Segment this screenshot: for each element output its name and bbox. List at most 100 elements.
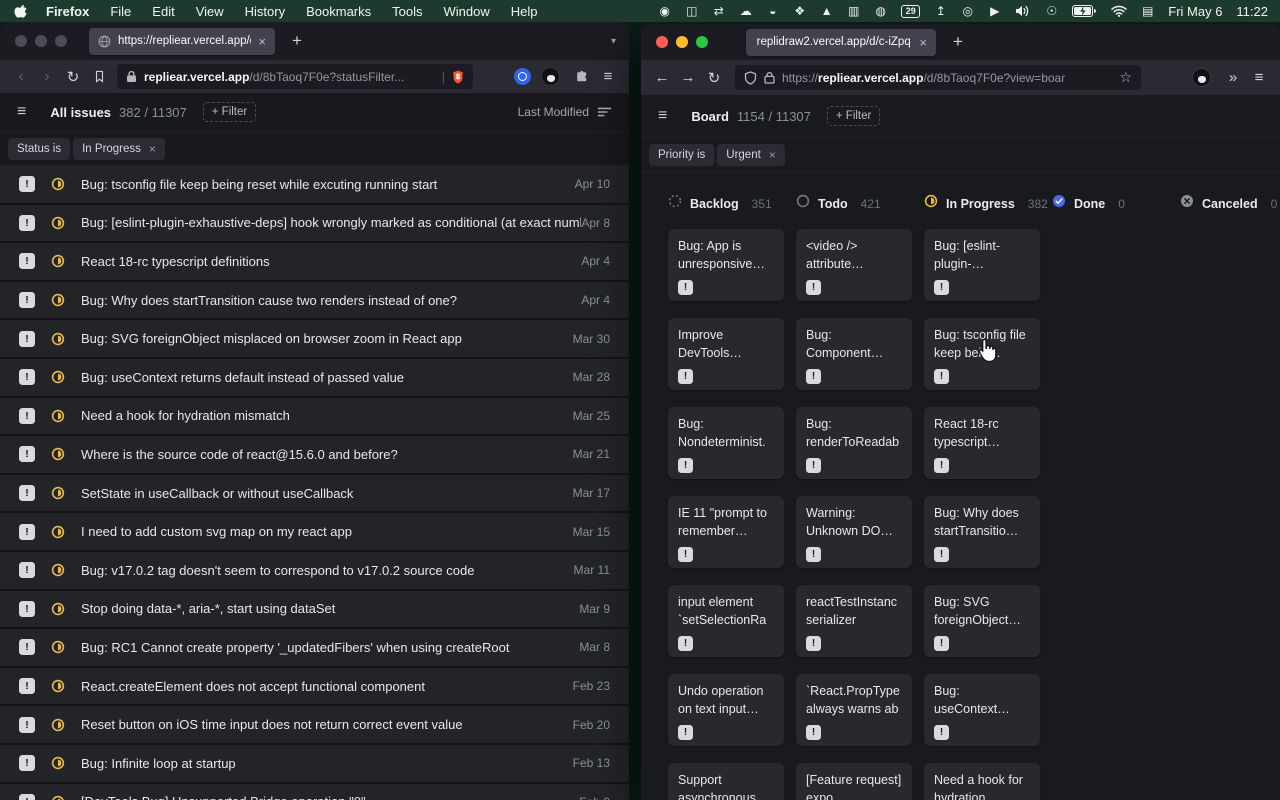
forward-button[interactable]: →: [675, 69, 701, 86]
kanban-card[interactable]: Bug: Why does startTransitio…!: [924, 496, 1040, 568]
cloud-icon[interactable]: ☁: [739, 4, 752, 18]
remove-filter-icon[interactable]: ×: [149, 142, 156, 156]
filter-field-chip[interactable]: Priority is: [649, 144, 714, 166]
menu-file[interactable]: File: [110, 4, 131, 19]
kanban-card[interactable]: input element `setSelectionRa!: [668, 585, 784, 657]
docker-icon[interactable]: ◒: [766, 4, 779, 18]
brave-shield-icon[interactable]: [452, 70, 464, 84]
apple-menu-icon[interactable]: [14, 4, 27, 19]
kanban-card[interactable]: React 18-rc typescript…!: [924, 407, 1040, 479]
issue-row[interactable]: !Where is the source code of react@15.6.…: [0, 436, 629, 475]
issue-row[interactable]: !Bug: SVG foreignObject misplaced on bro…: [0, 320, 629, 359]
bookmark-star-icon[interactable]: ☆: [1119, 69, 1132, 86]
github-extension-icon[interactable]: [1192, 68, 1211, 87]
kanban-card[interactable]: Bug: [eslint-plugin-…!: [924, 229, 1040, 301]
kanban-card[interactable]: Undo operation on text input…!: [668, 674, 784, 746]
back-button[interactable]: ‹: [8, 68, 34, 85]
issue-row[interactable]: !Bug: RC1 Cannot create property '_updat…: [0, 629, 629, 668]
kanban-card[interactable]: Warning: Unknown DO…!: [796, 496, 912, 568]
issue-row[interactable]: !React 18-rc typescript definitionsApr 4: [0, 243, 629, 282]
assistant-icon[interactable]: ☉: [1045, 4, 1058, 18]
calendar-icon[interactable]: 29: [901, 5, 920, 18]
close-tab-icon[interactable]: ×: [258, 34, 266, 49]
kanban-column-header[interactable]: Done0: [1052, 194, 1168, 213]
sidebar-menu-icon[interactable]: ≡: [658, 107, 667, 125]
battery-icon[interactable]: [1072, 5, 1097, 17]
issue-row[interactable]: !Bug: [eslint-plugin-exhaustive-deps] ho…: [0, 205, 629, 244]
zoom-window-button[interactable]: [696, 36, 708, 48]
menu-app-name[interactable]: Firefox: [46, 4, 89, 19]
volume-icon[interactable]: [1015, 5, 1031, 17]
play-icon[interactable]: ▶: [988, 4, 1001, 18]
filter-field-chip[interactable]: Status is: [8, 138, 70, 160]
github-extension-icon[interactable]: [541, 67, 560, 86]
kanban-column-header[interactable]: In Progress382: [924, 194, 1040, 213]
issue-row[interactable]: !Bug: Why does startTransition cause two…: [0, 282, 629, 321]
kanban-card[interactable]: Bug: SVG foreignObject…!: [924, 585, 1040, 657]
kanban-column-header[interactable]: Todo421: [796, 194, 912, 213]
app-menu-icon[interactable]: ≡: [1246, 69, 1272, 86]
kanban-card[interactable]: Need a hook for hydration…!: [924, 763, 1040, 800]
issue-row[interactable]: !I need to add custom svg map on my reac…: [0, 513, 629, 552]
screen-record-icon[interactable]: ◉: [658, 4, 671, 18]
close-window-button[interactable]: [15, 35, 27, 47]
kanban-card[interactable]: Support asynchronous…!: [668, 763, 784, 800]
back-button[interactable]: ←: [649, 69, 675, 86]
extensions-puzzle-icon[interactable]: [569, 70, 595, 84]
share-icon[interactable]: ↥: [934, 4, 947, 18]
menu-bookmarks[interactable]: Bookmarks: [306, 4, 371, 19]
issue-row[interactable]: !Reset button on iOS time input does not…: [0, 706, 629, 745]
new-tab-button[interactable]: +: [292, 31, 302, 51]
issue-row[interactable]: !Bug: Infinite loop at startupFeb 13: [0, 745, 629, 784]
overflow-menu-icon[interactable]: »: [1220, 69, 1246, 86]
kanban-column-header[interactable]: Backlog351: [668, 194, 784, 213]
minimize-window-button[interactable]: [35, 35, 47, 47]
menu-edit[interactable]: Edit: [152, 4, 174, 19]
browser-tab[interactable]: https://repliear.vercel.app/d/8b ×: [89, 28, 275, 55]
menu-window[interactable]: Window: [444, 4, 490, 19]
sync-icon[interactable]: ⇄: [712, 4, 725, 18]
onepassword-extension-icon[interactable]: [514, 68, 531, 85]
stack-icon[interactable]: ▤: [1141, 4, 1154, 18]
browser-tab[interactable]: replidraw2.vercel.app/d/c-iZpq ×: [746, 29, 936, 56]
issue-row[interactable]: !Bug: v17.0.2 tag doesn't seem to corres…: [0, 552, 629, 591]
zoom-window-button[interactable]: [55, 35, 67, 47]
kanban-card[interactable]: Bug: renderToReadab!: [796, 407, 912, 479]
filter-value-chip[interactable]: Urgent×: [717, 144, 785, 166]
dropbox-icon[interactable]: ❖: [793, 4, 806, 18]
onepassword-icon[interactable]: ◍: [874, 4, 887, 18]
issue-row[interactable]: !Stop doing data-*, aria-*, start using …: [0, 591, 629, 630]
menu-bar-date[interactable]: Fri May 6: [1168, 4, 1222, 19]
add-filter-button[interactable]: + Filter: [203, 102, 256, 122]
reload-button[interactable]: ↻: [701, 69, 727, 87]
kanban-card[interactable]: [Feature request] expo…!: [796, 763, 912, 800]
reload-button[interactable]: ↻: [60, 68, 86, 86]
layout-icon[interactable]: ▥: [847, 4, 860, 18]
kanban-card[interactable]: Bug: tsconfig file keep bein…!: [924, 318, 1040, 390]
menu-bar-clock[interactable]: 11:22: [1236, 4, 1268, 19]
url-bar[interactable]: https://repliear.vercel.app/d/8bTaoq7F0e…: [735, 65, 1141, 90]
kanban-card[interactable]: Bug: Component…!: [796, 318, 912, 390]
sort-control[interactable]: Last Modified: [518, 105, 612, 119]
kanban-column-header[interactable]: Canceled0: [1180, 194, 1280, 213]
add-filter-button[interactable]: + Filter: [827, 106, 880, 126]
power-icon[interactable]: ◎: [961, 4, 974, 18]
tab-list-chevron-icon[interactable]: ▾: [611, 36, 616, 47]
new-tab-button[interactable]: +: [953, 32, 963, 52]
kanban-card[interactable]: <video /> attribute…!: [796, 229, 912, 301]
issue-row[interactable]: !SetState in useCallback or without useC…: [0, 475, 629, 514]
issue-row[interactable]: ![DevTools Bug] Unsupported Bridge opera…: [0, 784, 629, 800]
menu-history[interactable]: History: [245, 4, 285, 19]
filter-value-chip[interactable]: In Progress×: [73, 138, 165, 160]
menu-help[interactable]: Help: [511, 4, 538, 19]
app-menu-icon[interactable]: ≡: [595, 68, 621, 85]
url-bar[interactable]: repliear.vercel.app/d/8bTaoq7F0e?statusF…: [117, 64, 473, 89]
close-window-button[interactable]: [656, 36, 668, 48]
kanban-card[interactable]: reactTestInstanc serializer!: [796, 585, 912, 657]
bookmark-icon[interactable]: [86, 70, 112, 83]
kanban-card[interactable]: Bug: App is unresponsive…!: [668, 229, 784, 301]
wifi-icon[interactable]: [1111, 5, 1127, 17]
close-tab-icon[interactable]: ×: [919, 35, 927, 50]
kanban-card[interactable]: Bug: useContext…!: [924, 674, 1040, 746]
issue-row[interactable]: !Bug: tsconfig file keep being reset whi…: [0, 166, 629, 205]
